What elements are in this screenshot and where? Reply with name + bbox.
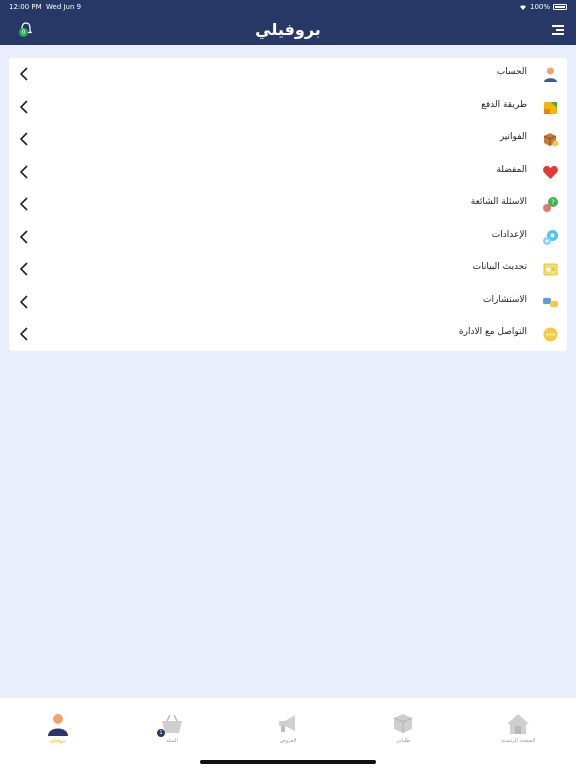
menu-item-label: الإعدادات bbox=[491, 229, 527, 240]
chevron-left-icon bbox=[19, 67, 28, 81]
menu-item-label: التواصل مع الادارة bbox=[458, 327, 527, 337]
chevron-left-icon bbox=[19, 327, 28, 341]
menu-item-label: المفضلة bbox=[496, 164, 527, 175]
user-icon bbox=[48, 714, 68, 736]
menu-item-payment-method[interactable]: طريقة الدفع bbox=[9, 91, 567, 123]
chevron-left-icon bbox=[19, 229, 28, 244]
status-date: Wed Jun 9 bbox=[46, 3, 82, 11]
bottom-tab-bar: بروفيلي 1 السلة العروض طلباتي الصفحة الر… bbox=[0, 698, 576, 768]
megaphone-icon bbox=[279, 715, 295, 732]
menu-item-label: الاستشارات bbox=[483, 294, 527, 305]
chevron-left-icon bbox=[19, 294, 28, 309]
cart-count-badge: 1 bbox=[157, 729, 165, 737]
wifi-icon bbox=[519, 5, 526, 10]
wallet-icon bbox=[544, 101, 557, 114]
hamburger-menu-icon[interactable] bbox=[552, 25, 564, 35]
faq-icon: ? bbox=[543, 197, 558, 212]
chevron-left-icon bbox=[19, 164, 28, 179]
app-header: 12:00 PM Wed Jun 9 100% 0 بروفيلي bbox=[0, 0, 576, 45]
menu-item-faq[interactable]: الاسئلة الشائعة ? bbox=[9, 188, 567, 220]
settings-icon bbox=[543, 229, 558, 245]
tab-cart[interactable]: 1 السلة bbox=[142, 712, 202, 752]
menu-item-favorites[interactable]: المفضلة bbox=[9, 156, 567, 188]
tab-offers[interactable]: العروض bbox=[258, 712, 318, 752]
menu-item-label: الحساب bbox=[496, 67, 527, 77]
status-right: 100% bbox=[519, 3, 567, 11]
consultations-icon bbox=[543, 297, 558, 307]
tab-home[interactable]: الصفحة الرئيسية bbox=[488, 712, 548, 752]
home-indicator bbox=[200, 760, 376, 764]
chevron-left-icon bbox=[19, 99, 28, 114]
chat-icon bbox=[543, 327, 558, 342]
menu-item-label: تحديث البيانات bbox=[472, 262, 527, 272]
home-icon bbox=[507, 714, 529, 734]
svg-text:?: ? bbox=[551, 199, 555, 207]
menu-item-label: الفواتير bbox=[499, 132, 527, 142]
status-bar: 12:00 PM Wed Jun 9 100% bbox=[0, 0, 576, 14]
user-icon bbox=[544, 67, 557, 82]
tab-label: السلة bbox=[166, 738, 178, 744]
menu-item-label: طريقة الدفع bbox=[481, 99, 527, 110]
status-time: 12:00 PM bbox=[9, 3, 42, 11]
tab-label: طلباتي bbox=[395, 738, 411, 744]
tab-label: بروفيلي bbox=[49, 738, 67, 744]
tab-profile[interactable]: بروفيلي bbox=[28, 712, 88, 752]
page-title: بروفيلي bbox=[255, 20, 321, 39]
menu-item-settings[interactable]: الإعدادات bbox=[9, 221, 567, 253]
box-icon bbox=[543, 133, 559, 147]
chevron-left-icon bbox=[19, 197, 28, 211]
box-icon bbox=[393, 714, 413, 733]
update-data-icon bbox=[543, 263, 558, 276]
menu-item-update-data[interactable]: تحديث البيانات bbox=[9, 253, 567, 285]
menu-item-contact-admin[interactable]: التواصل مع الادارة bbox=[9, 318, 567, 350]
menu-item-invoices[interactable]: الفواتير bbox=[9, 123, 567, 155]
heart-icon bbox=[543, 165, 558, 179]
battery-percent: 100% bbox=[529, 3, 550, 11]
chevron-left-icon bbox=[19, 262, 28, 276]
tab-label: العروض bbox=[279, 738, 297, 744]
title-row: 0 بروفيلي bbox=[0, 14, 576, 45]
profile-menu-list: الحساب طريقة الدفع الفواتير المفضلة الاس… bbox=[9, 58, 567, 351]
menu-item-consultations[interactable]: الاستشارات bbox=[9, 286, 567, 318]
chevron-left-icon bbox=[19, 132, 28, 146]
battery-icon bbox=[553, 4, 567, 10]
menu-item-label: الاسئلة الشائعة bbox=[470, 197, 527, 207]
menu-item-account[interactable]: الحساب bbox=[9, 58, 567, 90]
tab-orders[interactable]: طلباتي bbox=[373, 712, 433, 752]
tab-label: الصفحة الرئيسية bbox=[500, 738, 536, 744]
